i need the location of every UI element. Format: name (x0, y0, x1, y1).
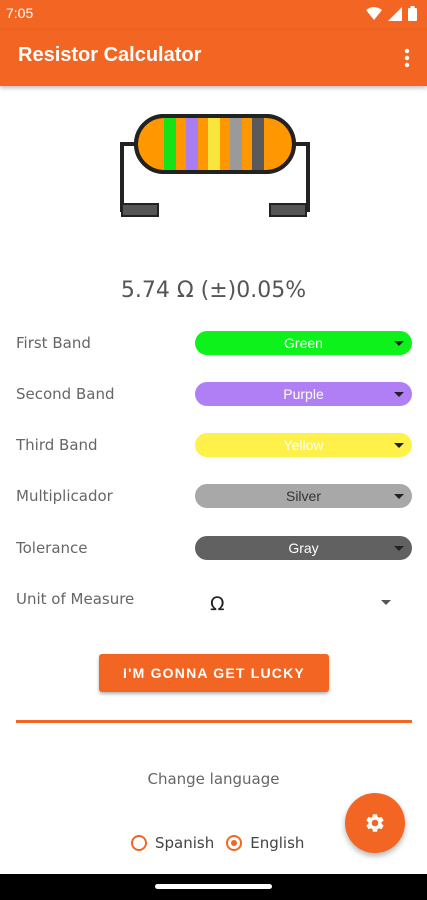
chevron-down-icon (394, 392, 404, 397)
system-nav-bar (0, 874, 427, 900)
battery-icon (408, 6, 417, 21)
multiplier-select[interactable]: Silver (195, 484, 412, 508)
unit-label: Unit of Measure (16, 590, 135, 608)
resistor-band-2 (186, 118, 198, 170)
multiplier-value: Silver (285, 488, 321, 504)
radio-english-label: English (250, 834, 305, 852)
radio-button-icon (131, 835, 147, 851)
settings-fab[interactable] (345, 793, 405, 853)
chevron-down-icon (394, 546, 404, 551)
first-band-label: First Band (16, 334, 91, 352)
chevron-down-icon (394, 443, 404, 448)
chevron-down-icon (381, 600, 391, 605)
radio-english[interactable]: English (226, 834, 304, 852)
tolerance-select[interactable]: Gray (195, 536, 412, 560)
chevron-down-icon (394, 494, 404, 499)
first-band-select[interactable]: Green (195, 331, 412, 355)
unit-value: Ω (210, 593, 225, 615)
tolerance-label: Tolerance (16, 539, 88, 557)
unit-select[interactable]: Ω (195, 587, 412, 623)
first-band-value: Green (284, 335, 323, 351)
home-gesture-handle[interactable] (155, 884, 272, 889)
third-band-value: Yellow (283, 437, 324, 453)
second-band-select[interactable]: Purple (195, 382, 412, 406)
status-time: 7:05 (6, 5, 34, 21)
resistance-result: 5.74 Ω (±)0.05% (120, 278, 307, 303)
get-lucky-button[interactable]: I'M GONNA GET LUCKY (99, 654, 329, 692)
divider (16, 720, 412, 723)
radio-button-icon (226, 835, 243, 851)
chevron-down-icon (394, 341, 404, 346)
third-band-select[interactable]: Yellow (195, 433, 412, 457)
change-language-title: Change language (147, 770, 280, 788)
resistor-band-3 (208, 118, 220, 170)
radio-spanish-label: Spanish (155, 834, 215, 852)
second-band-label: Second Band (16, 385, 115, 403)
app-bar: Resistor Calculator (0, 30, 427, 86)
radio-spanish[interactable]: Spanish (131, 834, 214, 852)
first-band-row: First Band Green (0, 331, 427, 361)
multiplier-label: Multiplicador (16, 487, 113, 505)
third-band-row: Third Band Yellow (0, 433, 427, 463)
tolerance-row: Tolerance Gray (0, 536, 427, 566)
status-bar: 7:05 (0, 0, 427, 30)
second-band-row: Second Band Purple (0, 382, 427, 412)
language-radio-group: Spanish English (131, 832, 316, 854)
third-band-label: Third Band (16, 436, 98, 454)
resistor-illustration (120, 114, 310, 217)
second-band-value: Purple (283, 386, 324, 402)
settings-gear-icon (366, 814, 384, 832)
resistor-band-4 (230, 118, 242, 170)
app-title: Resistor Calculator (18, 44, 202, 66)
resistor-band-1 (164, 118, 176, 170)
multiplier-row: Multiplicador Silver (0, 484, 427, 514)
tolerance-value: Gray (288, 540, 319, 556)
signal-icon (388, 6, 402, 21)
more-vert-icon[interactable] (401, 46, 413, 70)
resistor-band-5 (252, 118, 264, 170)
status-icons (366, 6, 417, 21)
unit-row: Unit of Measure Ω (0, 587, 427, 623)
wifi-icon (366, 6, 382, 20)
